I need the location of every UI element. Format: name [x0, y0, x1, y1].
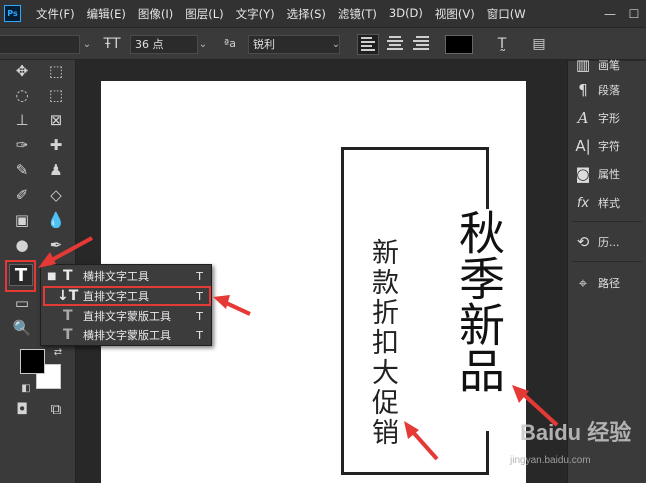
gradient-tool-icon[interactable]: ▣ — [10, 209, 34, 231]
maximize-button[interactable]: ☐ — [622, 7, 646, 21]
font-style-select[interactable] — [0, 35, 80, 54]
panel-brush-settings[interactable]: ▥ 画笔 — [568, 53, 646, 77]
eyedropper-tool-icon[interactable]: ✑ — [10, 134, 34, 156]
brush-settings-icon: ▥ — [575, 56, 591, 74]
marquee-tool-icon[interactable]: ⬚ — [44, 60, 68, 82]
paths-icon: ⌖ — [578, 274, 588, 292]
chevron-down-icon[interactable]: ⌄ — [197, 35, 209, 54]
vertical-sub-text[interactable]: 新款折扣大促销 — [367, 238, 398, 448]
type-tool-highlight — [5, 260, 36, 292]
panel-styles[interactable]: fx 样式 — [568, 191, 646, 215]
align-left-button[interactable] — [357, 34, 379, 55]
horizontal-type-icon: T — [63, 268, 73, 284]
default-colors-icon[interactable]: ◧ — [14, 378, 38, 400]
panel-divider — [572, 221, 642, 222]
frame-line-right-lower — [486, 431, 489, 475]
stamp-tool-icon[interactable]: ♟ — [44, 159, 68, 181]
panel-history[interactable]: ⟲ 历... — [568, 230, 646, 254]
flyout-item-vertical-type-mask[interactable]: T 直排文字蒙版工具 T — [41, 307, 211, 326]
font-size-icon: ŦT — [103, 36, 121, 52]
panel-character[interactable]: A| 字符 — [568, 134, 646, 158]
antialias-icon: ªa — [224, 37, 236, 50]
quick-select-tool-icon[interactable]: ⬚ — [44, 84, 68, 106]
character-icon: A| — [575, 137, 591, 155]
flyout-item-horizontal-type[interactable]: ■ T 横排文字工具 T — [41, 267, 211, 286]
flyout-shortcut: T — [196, 329, 203, 342]
history-brush-tool-icon[interactable]: ✐ — [10, 184, 34, 206]
flyout-label: 直排文字蒙版工具 — [83, 310, 171, 323]
panel-glyphs[interactable]: A 字形 — [568, 106, 646, 130]
pen-tool-icon[interactable]: ✒ — [44, 234, 68, 256]
menu-select[interactable]: 选择(S) — [287, 6, 326, 22]
lasso-tool-icon[interactable]: ◌ — [10, 84, 34, 106]
horizontal-type-mask-icon: T — [63, 327, 73, 343]
flyout-shortcut: T — [196, 310, 203, 323]
dodge-tool-icon[interactable]: ● — [10, 234, 34, 256]
frame-line-bottom — [341, 472, 489, 475]
window-controls: — ☐ — [598, 0, 646, 27]
crop-tool-icon[interactable]: ⊥ — [10, 109, 34, 131]
chevron-down-icon[interactable]: ⌄ — [330, 35, 342, 54]
blur-tool-icon[interactable]: 💧 — [44, 209, 68, 231]
watermark-main-text: Baidu 经验 — [520, 420, 632, 445]
styles-icon: fx — [576, 195, 590, 211]
flyout-label: 横排文字工具 — [83, 270, 149, 283]
properties-icon: ◙ — [575, 165, 591, 183]
menu-window[interactable]: 窗口(W — [487, 6, 526, 22]
menu-items: 文件(F) 编辑(E) 图像(I) 图层(L) 文字(Y) 选择(S) 滤镜(T… — [36, 6, 538, 22]
frame-tool-icon[interactable]: ⊠ — [44, 109, 68, 131]
healing-tool-icon[interactable]: ✚ — [44, 134, 68, 156]
menu-image[interactable]: 图像(I) — [138, 6, 173, 22]
menu-edit[interactable]: 编辑(E) — [87, 6, 126, 22]
vertical-type-highlight — [43, 286, 211, 306]
rectangle-tool-icon[interactable]: ▭ — [10, 292, 34, 314]
menu-file[interactable]: 文件(F) — [36, 6, 75, 22]
frame-line-right — [486, 147, 489, 209]
align-right-button[interactable] — [410, 34, 432, 55]
menu-type[interactable]: 文字(Y) — [236, 6, 275, 22]
zoom-tool-icon[interactable]: 🔍 — [10, 317, 34, 339]
screen-mode-icon[interactable]: ⧉ — [44, 398, 68, 420]
baidu-watermark: Baidu 经验 jingyan.baidu.com — [490, 415, 640, 475]
photoshop-logo: Ps — [4, 5, 21, 22]
vertical-title-text[interactable]: 秋季新品 — [452, 209, 506, 393]
watermark-url-text: jingyan.baidu.com — [510, 455, 591, 466]
options-bar: ⌄ ŦT 36 点 ⌄ ªa 锐利 ⌄ 𝖳̰ ▤ — [0, 27, 646, 60]
panels-toggle-icon[interactable]: ▤ — [528, 33, 550, 55]
align-center-button[interactable] — [384, 34, 406, 55]
flyout-label: 横排文字蒙版工具 — [83, 329, 171, 342]
menu-bar: Ps 文件(F) 编辑(E) 图像(I) 图层(L) 文字(Y) 选择(S) 滤… — [0, 0, 646, 27]
warp-text-icon[interactable]: 𝖳̰ — [490, 33, 514, 55]
move-tool-icon[interactable]: ✥ — [10, 60, 34, 82]
foreground-color-swatch[interactable] — [20, 349, 45, 374]
antialias-select[interactable]: 锐利 — [248, 35, 340, 54]
active-bullet-icon: ■ — [47, 271, 57, 282]
minimize-button[interactable]: — — [598, 7, 622, 21]
quick-mask-icon[interactable]: ◘ — [10, 398, 34, 420]
vertical-type-mask-icon: T — [63, 308, 73, 324]
history-icon: ⟲ — [576, 233, 590, 251]
chevron-down-icon[interactable]: ⌄ — [81, 35, 93, 54]
glyphs-icon: A — [577, 109, 589, 127]
menu-3d[interactable]: 3D(D) — [389, 6, 423, 22]
panel-divider — [572, 261, 642, 262]
font-size-field[interactable]: 36 点 — [130, 35, 198, 54]
menu-view[interactable]: 视图(V) — [435, 6, 475, 22]
brush-tool-icon[interactable]: ✎ — [10, 159, 34, 181]
frame-line-left — [341, 147, 344, 475]
flyout-item-horizontal-type-mask[interactable]: T 横排文字蒙版工具 T — [41, 326, 211, 345]
panel-properties[interactable]: ◙ 属性 — [568, 162, 646, 186]
panel-paths[interactable]: ⌖ 路径 — [568, 271, 646, 295]
flyout-shortcut: T — [196, 270, 203, 283]
menu-filter[interactable]: 滤镜(T) — [338, 6, 377, 22]
frame-line-top — [341, 147, 489, 150]
panel-paragraph[interactable]: ¶ 段落 — [568, 78, 646, 102]
eraser-tool-icon[interactable]: ◇ — [44, 184, 68, 206]
type-tool-flyout: ■ T 横排文字工具 T ↓T 直排文字工具 T T 直排文字蒙版工具 T T … — [40, 264, 212, 346]
menu-layer[interactable]: 图层(L) — [185, 6, 223, 22]
text-color-swatch[interactable] — [445, 35, 473, 54]
paragraph-icon: ¶ — [578, 81, 588, 99]
